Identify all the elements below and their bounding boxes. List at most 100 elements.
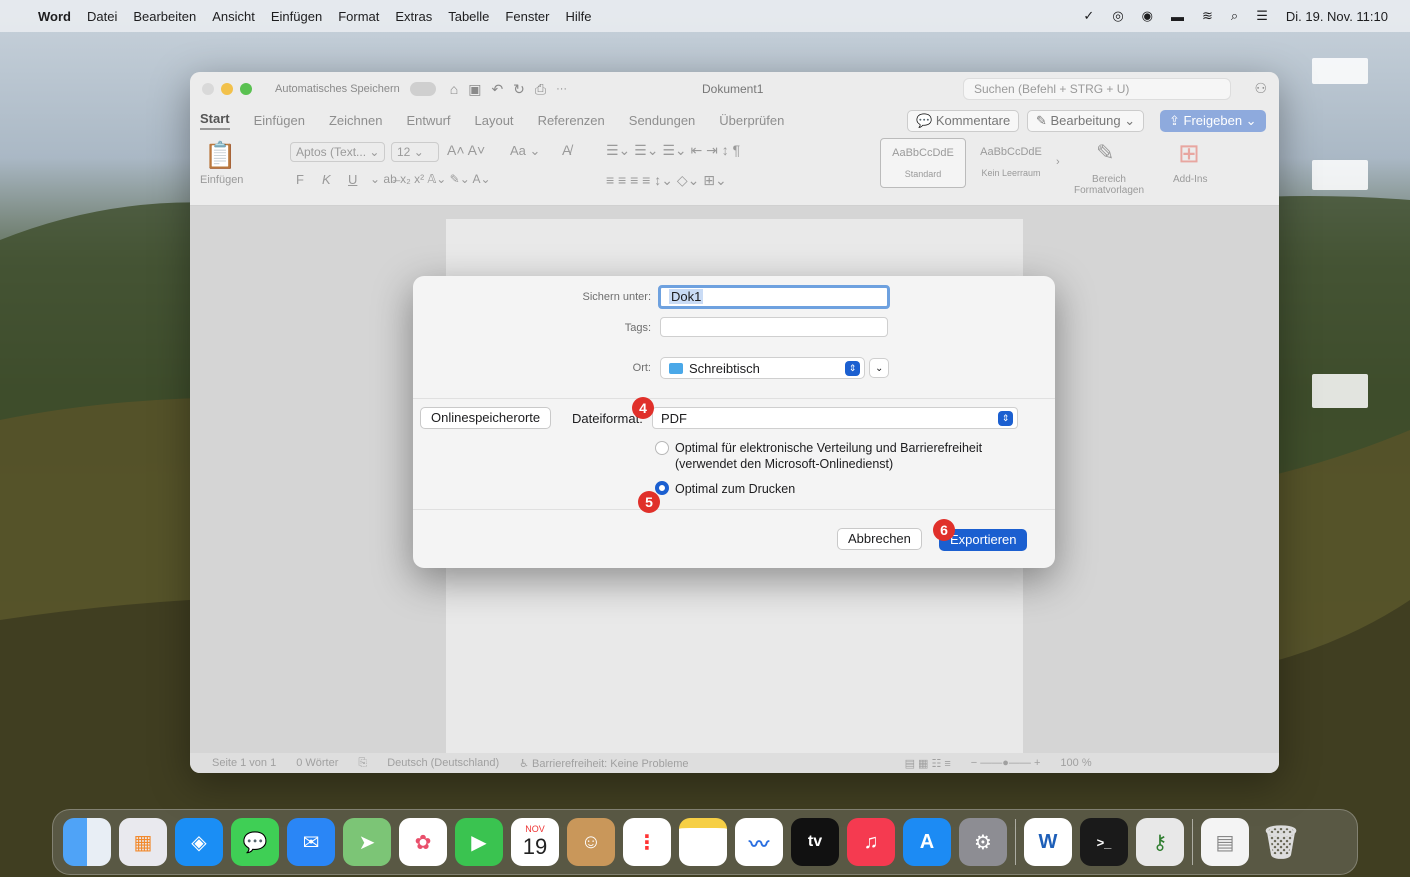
battery-icon[interactable]: ▬ (1171, 9, 1184, 24)
page-count[interactable]: Seite 1 von 1 (212, 757, 276, 769)
creative-cloud-icon[interactable]: ◎ (1112, 8, 1123, 24)
contacts-icon[interactable]: ☺ (567, 818, 615, 866)
expand-dialog-button[interactable]: ⌄ (869, 358, 889, 378)
mail-icon[interactable]: ✉ (287, 818, 335, 866)
zoom-window-icon[interactable] (240, 83, 252, 95)
menu-hilfe[interactable]: Hilfe (566, 9, 592, 24)
accessibility-status[interactable]: ♿ Barrierefreiheit: Keine Probleme (519, 757, 688, 770)
tv-icon[interactable]: tv (791, 818, 839, 866)
save-as-input[interactable]: Dok1 (658, 285, 890, 309)
menu-bearbeiten[interactable]: Bearbeiten (133, 9, 196, 24)
system-settings-icon[interactable]: ⚙ (959, 818, 1007, 866)
messages-icon[interactable]: 💬 (231, 818, 279, 866)
undo-icon[interactable]: ↶ (491, 81, 503, 98)
tags-input[interactable] (660, 317, 888, 337)
launchpad-icon[interactable]: ▦ (119, 818, 167, 866)
tab-sendungen[interactable]: Sendungen (629, 113, 696, 128)
cancel-button[interactable]: Abbrechen (837, 528, 922, 550)
keychain-icon[interactable]: ⚷ (1136, 818, 1184, 866)
zoom-slider[interactable]: − ——●—— + (971, 757, 1041, 769)
clipboard-icon[interactable]: 📋 (204, 140, 236, 171)
facetime-icon[interactable]: ▶ (455, 818, 503, 866)
clock[interactable]: Di. 19. Nov. 11:10 (1286, 9, 1388, 24)
tab-einfuegen[interactable]: Einfügen (254, 113, 305, 128)
desktop-file-icon[interactable] (1312, 374, 1368, 408)
collaboration-icon[interactable]: ⚇ (1254, 80, 1267, 97)
styles-pane-icon[interactable]: ✎ (1096, 140, 1114, 166)
menu-app-name[interactable]: Word (38, 9, 71, 24)
search-field[interactable]: Suchen (Befehl + STRG + U) (963, 78, 1231, 100)
styles-more-icon[interactable]: › (1056, 156, 1060, 168)
proofing-icon[interactable]: ⎘ (358, 757, 367, 770)
more-icon[interactable]: ··· (556, 83, 567, 95)
view-icons[interactable]: ▤ ▦ ☷ ≡ (905, 757, 951, 770)
home-icon[interactable]: ⌂ (450, 81, 458, 97)
text-format-icons[interactable]: ⌄ ab̶ x₂ x² 𝔸⌄ ✎⌄ A⌄ (370, 172, 491, 186)
user-icon[interactable]: ◉ (1142, 8, 1153, 24)
control-center-icon[interactable]: ☰ (1256, 8, 1268, 24)
redo-icon[interactable]: ↻ (513, 81, 525, 98)
desktop-file-icon[interactable] (1312, 58, 1368, 84)
file-format-select[interactable]: PDF ⇕ (652, 407, 1018, 429)
menu-format[interactable]: Format (338, 9, 379, 24)
freeform-icon[interactable]: 〰 (735, 818, 783, 866)
close-window-icon[interactable] (202, 83, 214, 95)
addins-label[interactable]: Add-Ins (1173, 174, 1207, 185)
radio-electronic-distribution[interactable] (655, 441, 669, 455)
location-select[interactable]: Schreibtisch ⇕ (660, 357, 865, 379)
option-print-label[interactable]: Optimal zum Drucken (675, 481, 795, 497)
menu-tabelle[interactable]: Tabelle (448, 9, 489, 24)
menu-fenster[interactable]: Fenster (505, 9, 549, 24)
list-icons[interactable]: ☰⌄ ☰⌄ ☰⌄ ⇤ ⇥ ↕ ¶ (606, 142, 740, 159)
menu-ansicht[interactable]: Ansicht (212, 9, 255, 24)
check-circle-icon[interactable]: ✓ (1083, 8, 1094, 24)
style-no-spacing[interactable]: AaBbCcDdE Kein Leerraum (974, 138, 1048, 188)
grow-font-icon[interactable]: A˄ A˅ (447, 142, 485, 158)
styles-pane-label[interactable]: Bereich Formatvorlagen (1073, 174, 1145, 196)
desktop-file-icon[interactable] (1312, 160, 1368, 190)
menu-datei[interactable]: Datei (87, 9, 117, 24)
tab-zeichnen[interactable]: Zeichnen (329, 113, 382, 128)
print-icon[interactable]: ⎙ (535, 81, 546, 98)
save-icon[interactable]: ▣ (468, 81, 481, 98)
photos-icon[interactable]: ✿ (399, 818, 447, 866)
tab-ueberpruefen[interactable]: Überprüfen (719, 113, 784, 128)
clear-formatting-icon[interactable]: A̸ (562, 142, 571, 158)
underline-button[interactable]: U (348, 172, 357, 187)
maps-icon[interactable]: ➤ (343, 818, 391, 866)
safari-icon[interactable]: ◈ (175, 818, 223, 866)
music-icon[interactable]: ♫ (847, 818, 895, 866)
tab-entwurf[interactable]: Entwurf (406, 113, 450, 128)
calendar-icon[interactable]: NOV 19 (511, 818, 559, 866)
app-store-icon[interactable]: A (903, 818, 951, 866)
bold-button[interactable]: F (296, 172, 304, 187)
comments-button[interactable]: 💬 Kommentare (907, 110, 1020, 132)
style-standard[interactable]: AaBbCcDdE Standard (880, 138, 966, 188)
trash-icon[interactable]: 🗑 (1257, 818, 1305, 866)
align-icons[interactable]: ≡ ≡ ≡ ≡ ↕⌄ ◇⌄ ⊞⌄ (606, 172, 727, 189)
change-case-icon[interactable]: Aa ⌄ (510, 143, 540, 159)
tab-layout[interactable]: Layout (475, 113, 514, 128)
minimize-window-icon[interactable] (221, 83, 233, 95)
online-locations-button[interactable]: Onlinespeicherorte (420, 407, 552, 429)
word-icon[interactable]: W (1024, 818, 1072, 866)
autosave-toggle[interactable] (409, 82, 436, 96)
font-size-select[interactable]: 12 ⌄ (391, 142, 439, 162)
tab-referenzen[interactable]: Referenzen (538, 113, 605, 128)
radio-print[interactable] (655, 481, 669, 495)
notes-icon[interactable] (679, 818, 727, 866)
font-name-select[interactable]: Aptos (Text... ⌄ (290, 142, 386, 162)
share-button[interactable]: ⇪ Freigeben ⌄ (1160, 110, 1266, 132)
reminders-icon[interactable]: ⋮ (623, 818, 671, 866)
tab-start[interactable]: Start (200, 111, 230, 130)
word-count[interactable]: 0 Wörter (296, 757, 338, 769)
wifi-icon[interactable]: ≋ (1202, 8, 1213, 24)
italic-button[interactable]: K (322, 172, 331, 187)
menu-einfuegen[interactable]: Einfügen (271, 9, 322, 24)
terminal-icon[interactable]: >_ (1080, 818, 1128, 866)
zoom-level[interactable]: 100 % (1060, 757, 1091, 769)
option-electronic-line1[interactable]: Optimal für elektronische Verteilung und… (675, 440, 982, 456)
editing-button[interactable]: ✎ Bearbeitung ⌄ (1027, 110, 1145, 132)
finder-icon[interactable] (63, 818, 111, 866)
document-icon[interactable]: ▤ (1201, 818, 1249, 866)
